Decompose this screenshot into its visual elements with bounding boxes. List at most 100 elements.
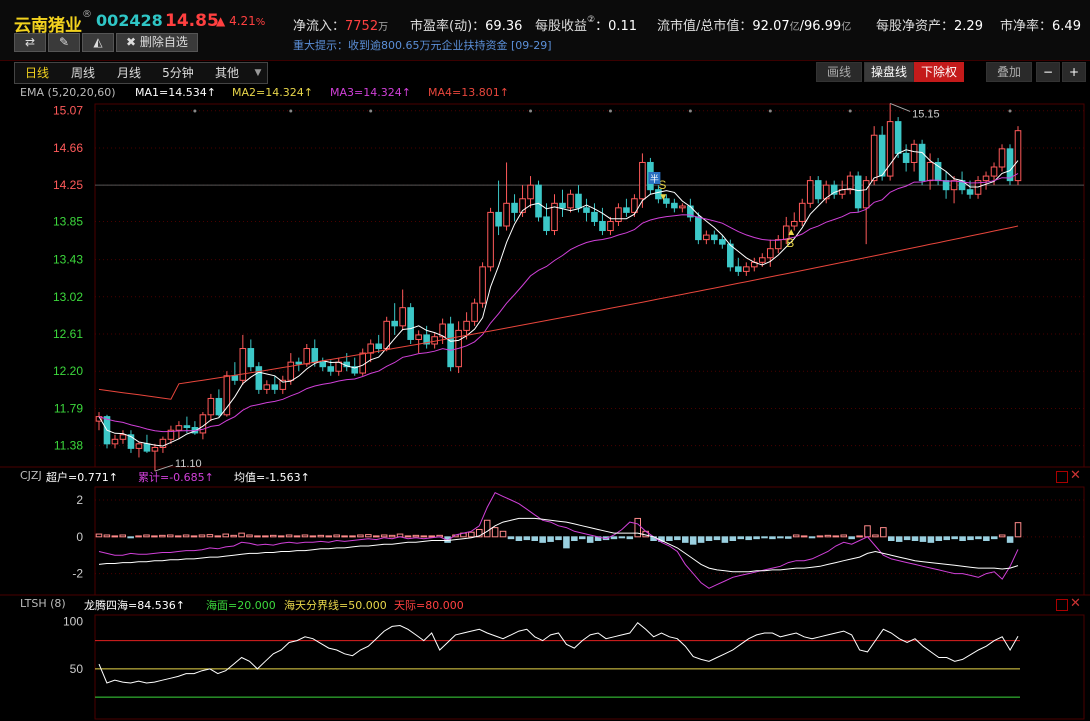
y-tick-label: 14.66 bbox=[53, 141, 83, 155]
cjzj-bar bbox=[159, 534, 166, 538]
cjzj-bar bbox=[483, 519, 491, 538]
high-pointer bbox=[889, 102, 911, 112]
cjzj-bar bbox=[135, 535, 142, 538]
cjzj-tick-label: -2 bbox=[72, 567, 83, 581]
candle-body bbox=[511, 202, 518, 213]
cjzj-bar bbox=[832, 535, 840, 538]
cjzj-bar bbox=[151, 535, 158, 538]
cjzj-bar bbox=[365, 534, 372, 538]
cjzj-bar bbox=[903, 536, 911, 541]
candle-body bbox=[910, 143, 918, 163]
candle-body bbox=[679, 205, 686, 209]
cjzj-bar bbox=[349, 535, 356, 538]
cjzj-bar bbox=[761, 536, 768, 539]
candle-body bbox=[215, 397, 223, 416]
cjzj-bar bbox=[246, 534, 253, 538]
event-dot bbox=[193, 109, 197, 113]
cjzj-bar bbox=[555, 536, 562, 541]
event-dot bbox=[928, 109, 932, 113]
event-dot bbox=[529, 109, 533, 113]
cjzj-bar bbox=[372, 535, 380, 538]
buy-signal: B bbox=[786, 236, 794, 250]
candle-body bbox=[295, 361, 303, 365]
candle-body bbox=[111, 438, 119, 445]
cjzj-bar bbox=[238, 532, 245, 538]
low-label: 11.10 bbox=[175, 458, 202, 470]
cjzj-bar bbox=[230, 534, 237, 538]
y-tick-label: 12.61 bbox=[53, 327, 83, 341]
candle-body bbox=[207, 397, 215, 416]
cjzj-bar bbox=[127, 536, 134, 539]
cjzj-bar bbox=[380, 534, 388, 538]
cjzj-bar bbox=[174, 535, 182, 538]
cjzj-bar bbox=[967, 536, 974, 541]
cjzj-bar bbox=[935, 536, 943, 541]
cjzj-bar bbox=[697, 536, 705, 543]
candle-body bbox=[199, 414, 207, 434]
candle-body bbox=[567, 193, 574, 209]
candle-body bbox=[798, 202, 806, 222]
candle-body bbox=[135, 443, 143, 449]
cjzj-bar bbox=[689, 536, 697, 545]
cjzj-tick-label: 2 bbox=[76, 493, 83, 507]
cjzj-bar bbox=[111, 535, 119, 538]
cjzj-bar bbox=[887, 536, 895, 541]
cjzj-bar bbox=[998, 534, 1006, 538]
cjzj-bar bbox=[705, 536, 713, 541]
candle-body bbox=[998, 148, 1006, 168]
ltsh-tick-label: 50 bbox=[70, 662, 84, 676]
candle-body bbox=[503, 202, 510, 227]
chart-canvas[interactable]: 15.07 14.66 14.25 13.85 13.43 13.02 12.61 12.20… bbox=[0, 0, 1090, 721]
cjzj-bar bbox=[975, 536, 982, 540]
event-dot bbox=[688, 109, 692, 113]
cjzj-bar bbox=[301, 534, 309, 538]
cjzj-bar bbox=[983, 536, 990, 541]
cjzj-bar bbox=[388, 534, 396, 538]
cjzj-bar bbox=[325, 535, 333, 538]
candle-body bbox=[758, 257, 766, 263]
cjzj-bar bbox=[317, 534, 325, 538]
cjzj-bar bbox=[816, 535, 824, 538]
candle-body bbox=[527, 184, 534, 200]
cjzj-bar bbox=[103, 534, 111, 538]
cjzj-bar bbox=[95, 533, 103, 538]
cjzj-bar bbox=[721, 536, 729, 543]
half-badge-label: 半 bbox=[650, 173, 659, 185]
candle-body bbox=[846, 175, 854, 191]
cjzj-bar bbox=[586, 536, 594, 543]
cjzj-bar bbox=[745, 536, 752, 541]
y-tick-label: 11.38 bbox=[54, 439, 83, 453]
candle-body bbox=[383, 320, 390, 350]
candle-body bbox=[367, 343, 374, 354]
candle-body bbox=[1014, 130, 1022, 182]
cjzj-bar bbox=[919, 536, 927, 542]
cjzj-bar bbox=[547, 536, 554, 542]
cjzj-bar bbox=[927, 536, 935, 543]
cjzj-bar bbox=[792, 534, 800, 538]
y-tick-label: 13.85 bbox=[53, 214, 83, 228]
candle-body bbox=[790, 220, 798, 227]
cjzj-bar bbox=[864, 525, 871, 538]
cjzj-junzhi-line bbox=[98, 517, 1019, 573]
candle-body bbox=[175, 425, 183, 431]
candle-body bbox=[591, 211, 598, 222]
candle-body bbox=[407, 307, 414, 340]
cjzj-bar bbox=[610, 536, 618, 540]
candle-body bbox=[583, 207, 590, 213]
candle-body bbox=[559, 202, 566, 209]
cjzj-leiji-line bbox=[98, 492, 1019, 589]
candle-body bbox=[695, 216, 702, 241]
candle-body bbox=[399, 307, 406, 327]
cjzj-bar bbox=[880, 527, 887, 538]
cjzj-bar bbox=[808, 536, 816, 539]
panel-frame bbox=[94, 614, 1085, 720]
candle-body bbox=[599, 220, 606, 232]
candle-body bbox=[487, 211, 494, 268]
candle-body bbox=[447, 323, 454, 368]
cjzj-bar bbox=[1006, 536, 1014, 543]
candle-body bbox=[862, 180, 870, 209]
cjzj-bar bbox=[531, 536, 539, 541]
panel-frame bbox=[94, 103, 1085, 468]
cjzj-bar bbox=[1014, 522, 1022, 538]
cjzj-bar bbox=[626, 536, 634, 540]
